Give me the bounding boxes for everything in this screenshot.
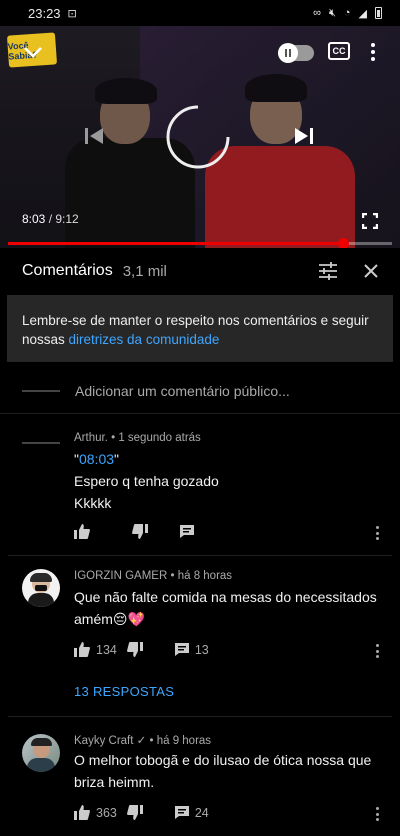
comment-item: IGORZIN GAMER • há 8 horas Que não falte… (0, 556, 400, 716)
thumb-down-icon (126, 805, 143, 820)
pause-icon (278, 43, 298, 63)
comment-item: Kayky Craft ✓ • há 9 horas O melhor tobo… (0, 717, 400, 836)
next-button[interactable] (292, 124, 316, 148)
more-vert-icon (371, 43, 375, 47)
comment-author[interactable]: Kayky Craft (74, 735, 133, 747)
thumb-down-icon (126, 642, 143, 657)
comment-time: há 9 horas (156, 735, 212, 747)
more-vert-icon (376, 526, 379, 529)
like-button[interactable]: 363 (74, 805, 117, 820)
screenshot-icon: ⊡ (67, 7, 77, 20)
comments-title: Comentários (22, 262, 113, 279)
autoplay-toggle[interactable] (278, 43, 314, 63)
reply-icon (174, 643, 189, 656)
wifi-icon: ◔ (343, 7, 351, 19)
vr-icon: ∞ (313, 7, 321, 19)
captions-button[interactable]: CC (328, 42, 350, 60)
status-icons: ∞ 🔇︎ ◔ ◢ (313, 7, 382, 20)
comment-body: Que não falte comida na mesas do necessi… (74, 589, 377, 627)
cc-icon: CC (332, 46, 346, 56)
comments-header: Comentários 3,1 mil (0, 248, 400, 294)
seek-bar[interactable] (8, 238, 392, 248)
add-comment-row[interactable]: Adicionar um comentário público... (0, 368, 400, 414)
comment-time: 1 segundo atrás (118, 432, 201, 444)
user-avatar-placeholder (22, 389, 60, 392)
status-bar: 23:23 ⊡ ∞ 🔇︎ ◔ ◢ (0, 0, 400, 26)
comment-time: há 8 horas (177, 570, 233, 582)
reply-icon (174, 806, 189, 819)
comment-author[interactable]: IGORZIN GAMER (74, 570, 167, 582)
previous-button[interactable] (82, 124, 106, 148)
current-time: 8:03 (22, 212, 46, 226)
thumb-up-icon (74, 524, 90, 539)
reply-button[interactable] (180, 525, 200, 538)
comment-author[interactable]: Arthur. (74, 432, 108, 444)
comment-avatar-placeholder (22, 442, 60, 444)
reply-icon (180, 525, 194, 538)
comment-avatar[interactable] (22, 734, 60, 772)
next-icon (295, 128, 313, 144)
thumb-up-icon (74, 805, 90, 820)
mute-icon: 🔇︎ (328, 6, 336, 19)
close-comments-button[interactable] (364, 264, 378, 278)
like-count: 134 (96, 642, 117, 657)
close-icon (364, 264, 378, 278)
comment-item: Arthur. • 1 segundo atrás "08:03" Espero… (0, 416, 400, 556)
fullscreen-icon (362, 213, 378, 229)
more-vert-icon (376, 807, 379, 810)
battery-icon (375, 7, 382, 19)
comment-menu-button[interactable] (376, 807, 380, 821)
timestamp-link[interactable]: 08:03 (79, 451, 114, 467)
reply-button[interactable]: 13 (174, 642, 209, 657)
dislike-button[interactable] (126, 805, 143, 820)
comment-body: O melhor tobogã e do ilusao de ótica nos… (74, 752, 372, 790)
view-replies-link[interactable]: 13 RESPOSTAS (74, 684, 174, 699)
seek-bar-handle[interactable] (338, 238, 350, 248)
comment-body: "08:03" Espero q tenha gozado Kkkkk (74, 451, 219, 511)
reply-count: 13 (194, 642, 209, 657)
thumb-down-icon (132, 524, 148, 539)
community-guidelines-notice: Lembre-se de manter o respeito nos comen… (7, 295, 393, 362)
comments-count: 3,1 mil (122, 262, 167, 280)
like-count: 363 (96, 805, 117, 820)
add-comment-input[interactable]: Adicionar um comentário público... (75, 383, 290, 399)
seek-bar-played (8, 242, 344, 245)
filter-icon (319, 262, 337, 280)
loading-spinner (165, 104, 231, 170)
status-time: 23:23 (28, 5, 61, 21)
more-options-button[interactable] (368, 41, 378, 63)
signal-icon: ◢ (358, 7, 367, 20)
comment-menu-button[interactable] (376, 644, 380, 658)
dislike-button[interactable] (126, 642, 143, 657)
video-player[interactable]: Você Sabia? CC 8:03 / 9:12 (0, 26, 400, 248)
dislike-button[interactable] (132, 524, 148, 539)
loading-spinner-icon (166, 105, 230, 169)
comment-avatar[interactable] (22, 569, 60, 607)
sort-comments-button[interactable] (318, 262, 338, 280)
duration: 9:12 (55, 212, 79, 226)
comment-menu-button[interactable] (376, 526, 380, 540)
more-vert-icon (376, 644, 379, 647)
chevron-down-icon (24, 47, 42, 58)
like-button[interactable] (74, 524, 96, 539)
previous-icon (85, 128, 103, 144)
video-time: 8:03 / 9:12 (22, 212, 79, 226)
minimize-button[interactable] (20, 40, 46, 66)
like-button[interactable]: 134 (74, 642, 117, 657)
thumb-up-icon (74, 642, 90, 657)
reply-count: 24 (194, 805, 209, 820)
fullscreen-button[interactable] (360, 212, 380, 230)
reply-button[interactable]: 24 (174, 805, 209, 820)
verified-icon: ✓ (136, 735, 147, 747)
guidelines-link[interactable]: diretrizes da comunidade (69, 332, 220, 347)
